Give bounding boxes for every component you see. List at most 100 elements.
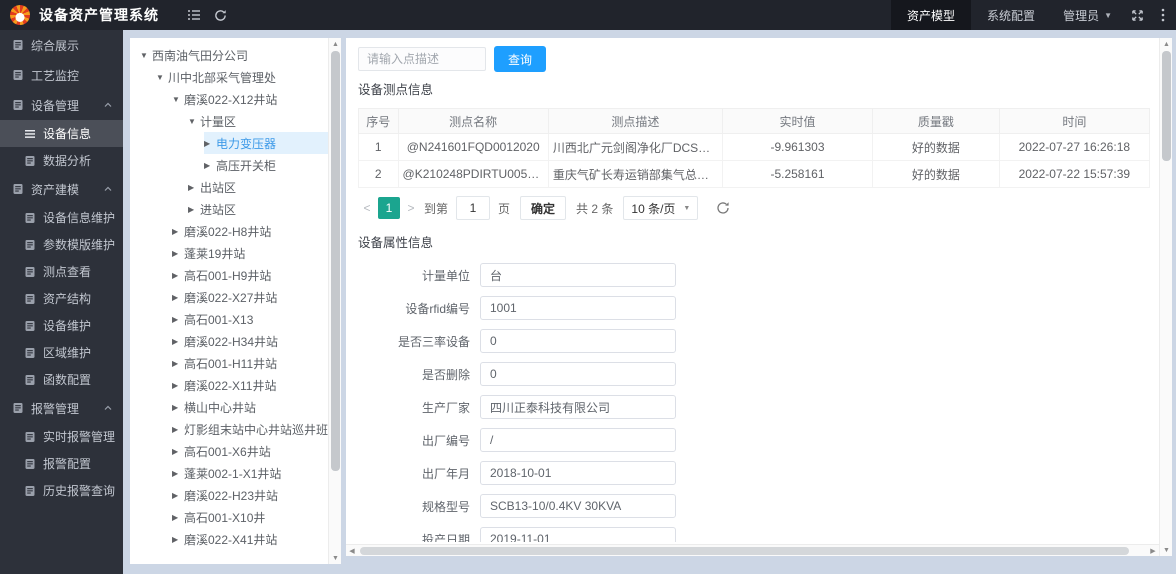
- tree-node[interactable]: ▶ 进站区: [188, 198, 328, 220]
- sidebar-item-leaf[interactable]: 参数模版维护: [0, 231, 123, 258]
- caret-right-icon[interactable]: ▶: [172, 293, 184, 302]
- caret-right-icon[interactable]: ▶: [188, 183, 200, 192]
- refresh-icon[interactable]: [207, 0, 233, 30]
- tree-node[interactable]: ▶ 出站区: [188, 176, 328, 198]
- caret-right-icon[interactable]: ▶: [172, 249, 184, 258]
- query-button[interactable]: 查询: [494, 46, 547, 72]
- tree-node[interactable]: ▶ 磨溪022-H23井站: [172, 484, 328, 506]
- caret-down-icon[interactable]: ▼: [172, 95, 184, 104]
- scrollbar-thumb[interactable]: [1162, 51, 1171, 161]
- form-field-input[interactable]: [480, 494, 676, 518]
- sidebar-item-leaf[interactable]: 数据分析: [0, 147, 123, 174]
- table-row[interactable]: 2 @K210248PDIRTU00512_ 重庆气矿长寿运销部集气总站80... -…: [358, 160, 1150, 188]
- caret-down-icon[interactable]: ▼: [188, 117, 200, 126]
- scroll-down-arrow-icon[interactable]: ▼: [329, 552, 341, 564]
- form-field-input[interactable]: [480, 461, 676, 485]
- tree-node[interactable]: ▼ 西南油气田分公司: [140, 44, 328, 66]
- sidebar-item-group[interactable]: 报警管理: [0, 393, 123, 423]
- tree-node[interactable]: ▶ 横山中心井站: [172, 396, 328, 418]
- nav-asset-model[interactable]: 资产模型: [891, 0, 972, 30]
- tree-node[interactable]: ▶ 高石001-H9井站: [172, 264, 328, 286]
- sidebar-item-leaf[interactable]: 综合展示: [0, 30, 123, 60]
- tree-node[interactable]: ▶ 蓬莱002-1-X1井站: [172, 462, 328, 484]
- tree-node[interactable]: ▼ 川中北部采气管理处: [156, 66, 328, 88]
- caret-right-icon[interactable]: ▶: [172, 469, 184, 478]
- next-page-button[interactable]: >: [402, 201, 420, 215]
- scroll-left-arrow-icon[interactable]: ◀: [346, 545, 358, 556]
- form-field-input[interactable]: [480, 263, 676, 287]
- tree-node[interactable]: ▶ 高石001-X6井站: [172, 440, 328, 462]
- sidebar-item-leaf[interactable]: 历史报警查询: [0, 477, 123, 504]
- tree-node[interactable]: ▶ 高压开关柜: [204, 154, 328, 176]
- scroll-up-arrow-icon[interactable]: ▲: [1160, 38, 1172, 50]
- table-row[interactable]: 1 @N241601FQD0012020 川西北广元剑阁净化厂DCS蒸汽... -9.…: [358, 133, 1150, 161]
- caret-right-icon[interactable]: ▶: [204, 139, 216, 148]
- goto-page-input[interactable]: [456, 196, 491, 220]
- nav-system-config[interactable]: 系统配置: [971, 0, 1051, 30]
- tree-node[interactable]: ▶ 磨溪022-H8井站: [172, 220, 328, 242]
- tree-node[interactable]: ▶ 高石001-X10井: [172, 506, 328, 528]
- sidebar-item-leaf[interactable]: 函数配置: [0, 366, 123, 393]
- scrollbar-thumb[interactable]: [331, 51, 340, 471]
- caret-right-icon[interactable]: ▶: [172, 447, 184, 456]
- caret-right-icon[interactable]: ▶: [172, 491, 184, 500]
- caret-right-icon[interactable]: ▶: [172, 227, 184, 236]
- tree-node[interactable]: ▶ 电力变压器: [204, 132, 328, 154]
- sidebar-item-leaf[interactable]: 设备维护: [0, 312, 123, 339]
- scrollbar-thumb[interactable]: [360, 547, 1129, 555]
- sidebar-item-leaf[interactable]: 报警配置: [0, 450, 123, 477]
- current-page-button[interactable]: 1: [378, 197, 400, 219]
- form-field-input[interactable]: [480, 428, 676, 452]
- tree-node[interactable]: ▶ 磨溪022-X41井站: [172, 528, 328, 550]
- main-horizontal-scrollbar[interactable]: ◀ ▶: [346, 544, 1159, 556]
- table-refresh-icon[interactable]: [716, 201, 730, 215]
- form-field-input[interactable]: [480, 395, 676, 419]
- sidebar-item-leaf[interactable]: 工艺监控: [0, 60, 123, 90]
- sidebar-item-leaf[interactable]: 资产结构: [0, 285, 123, 312]
- sidebar-item-leaf[interactable]: 区域维护: [0, 339, 123, 366]
- tree-vertical-scrollbar[interactable]: ▲ ▼: [328, 38, 341, 564]
- form-field-input[interactable]: [480, 362, 676, 386]
- caret-right-icon[interactable]: ▶: [172, 337, 184, 346]
- caret-right-icon[interactable]: ▶: [172, 403, 184, 412]
- prev-page-button[interactable]: <: [358, 201, 376, 215]
- user-menu[interactable]: 管理员 ▼: [1051, 7, 1124, 24]
- form-field-input[interactable]: [480, 329, 676, 353]
- page-size-select[interactable]: 10 条/页 ▼: [623, 196, 699, 220]
- more-options-icon[interactable]: [1150, 0, 1176, 30]
- caret-right-icon[interactable]: ▶: [172, 535, 184, 544]
- menu-toggle-icon[interactable]: [181, 0, 207, 30]
- caret-right-icon[interactable]: ▶: [172, 271, 184, 280]
- goto-confirm-button[interactable]: 确定: [520, 196, 567, 220]
- form-field-input[interactable]: [480, 527, 676, 542]
- tree-node[interactable]: ▼ 计量区: [188, 110, 328, 132]
- tree-node[interactable]: ▶ 磨溪022-H34井站: [172, 330, 328, 352]
- sidebar-item-leaf[interactable]: 实时报警管理: [0, 423, 123, 450]
- tree-node[interactable]: ▶ 蓬莱19井站: [172, 242, 328, 264]
- scroll-down-arrow-icon[interactable]: ▼: [1160, 544, 1172, 556]
- sidebar-item-group[interactable]: 设备管理: [0, 90, 123, 120]
- caret-right-icon[interactable]: ▶: [172, 513, 184, 522]
- caret-right-icon[interactable]: ▶: [172, 315, 184, 324]
- sidebar-item-leaf[interactable]: 设备信息维护: [0, 204, 123, 231]
- main-vertical-scrollbar[interactable]: ▲ ▼: [1159, 38, 1172, 556]
- caret-right-icon[interactable]: ▶: [172, 359, 184, 368]
- tree-node[interactable]: ▶ 磨溪022-X27井站: [172, 286, 328, 308]
- sidebar-item-leaf[interactable]: 测点查看: [0, 258, 123, 285]
- caret-down-icon[interactable]: ▼: [140, 51, 152, 60]
- sidebar-item-group[interactable]: 资产建模: [0, 174, 123, 204]
- caret-right-icon[interactable]: ▶: [172, 425, 184, 434]
- caret-right-icon[interactable]: ▶: [172, 381, 184, 390]
- tree-node[interactable]: ▶ 高石001-H11井站: [172, 352, 328, 374]
- caret-right-icon[interactable]: ▶: [204, 161, 216, 170]
- point-search-input[interactable]: [358, 47, 486, 71]
- form-field-input[interactable]: [480, 296, 676, 320]
- fullscreen-icon[interactable]: [1124, 0, 1150, 30]
- tree-node[interactable]: ▼ 磨溪022-X12井站: [172, 88, 328, 110]
- sidebar-item-leaf[interactable]: 设备信息: [0, 120, 123, 147]
- caret-down-icon[interactable]: ▼: [156, 73, 168, 82]
- caret-right-icon[interactable]: ▶: [188, 205, 200, 214]
- tree-node[interactable]: ▶ 高石001-X13: [172, 308, 328, 330]
- scroll-up-arrow-icon[interactable]: ▲: [329, 38, 341, 50]
- tree-node[interactable]: ▶ 磨溪022-X11井站: [172, 374, 328, 396]
